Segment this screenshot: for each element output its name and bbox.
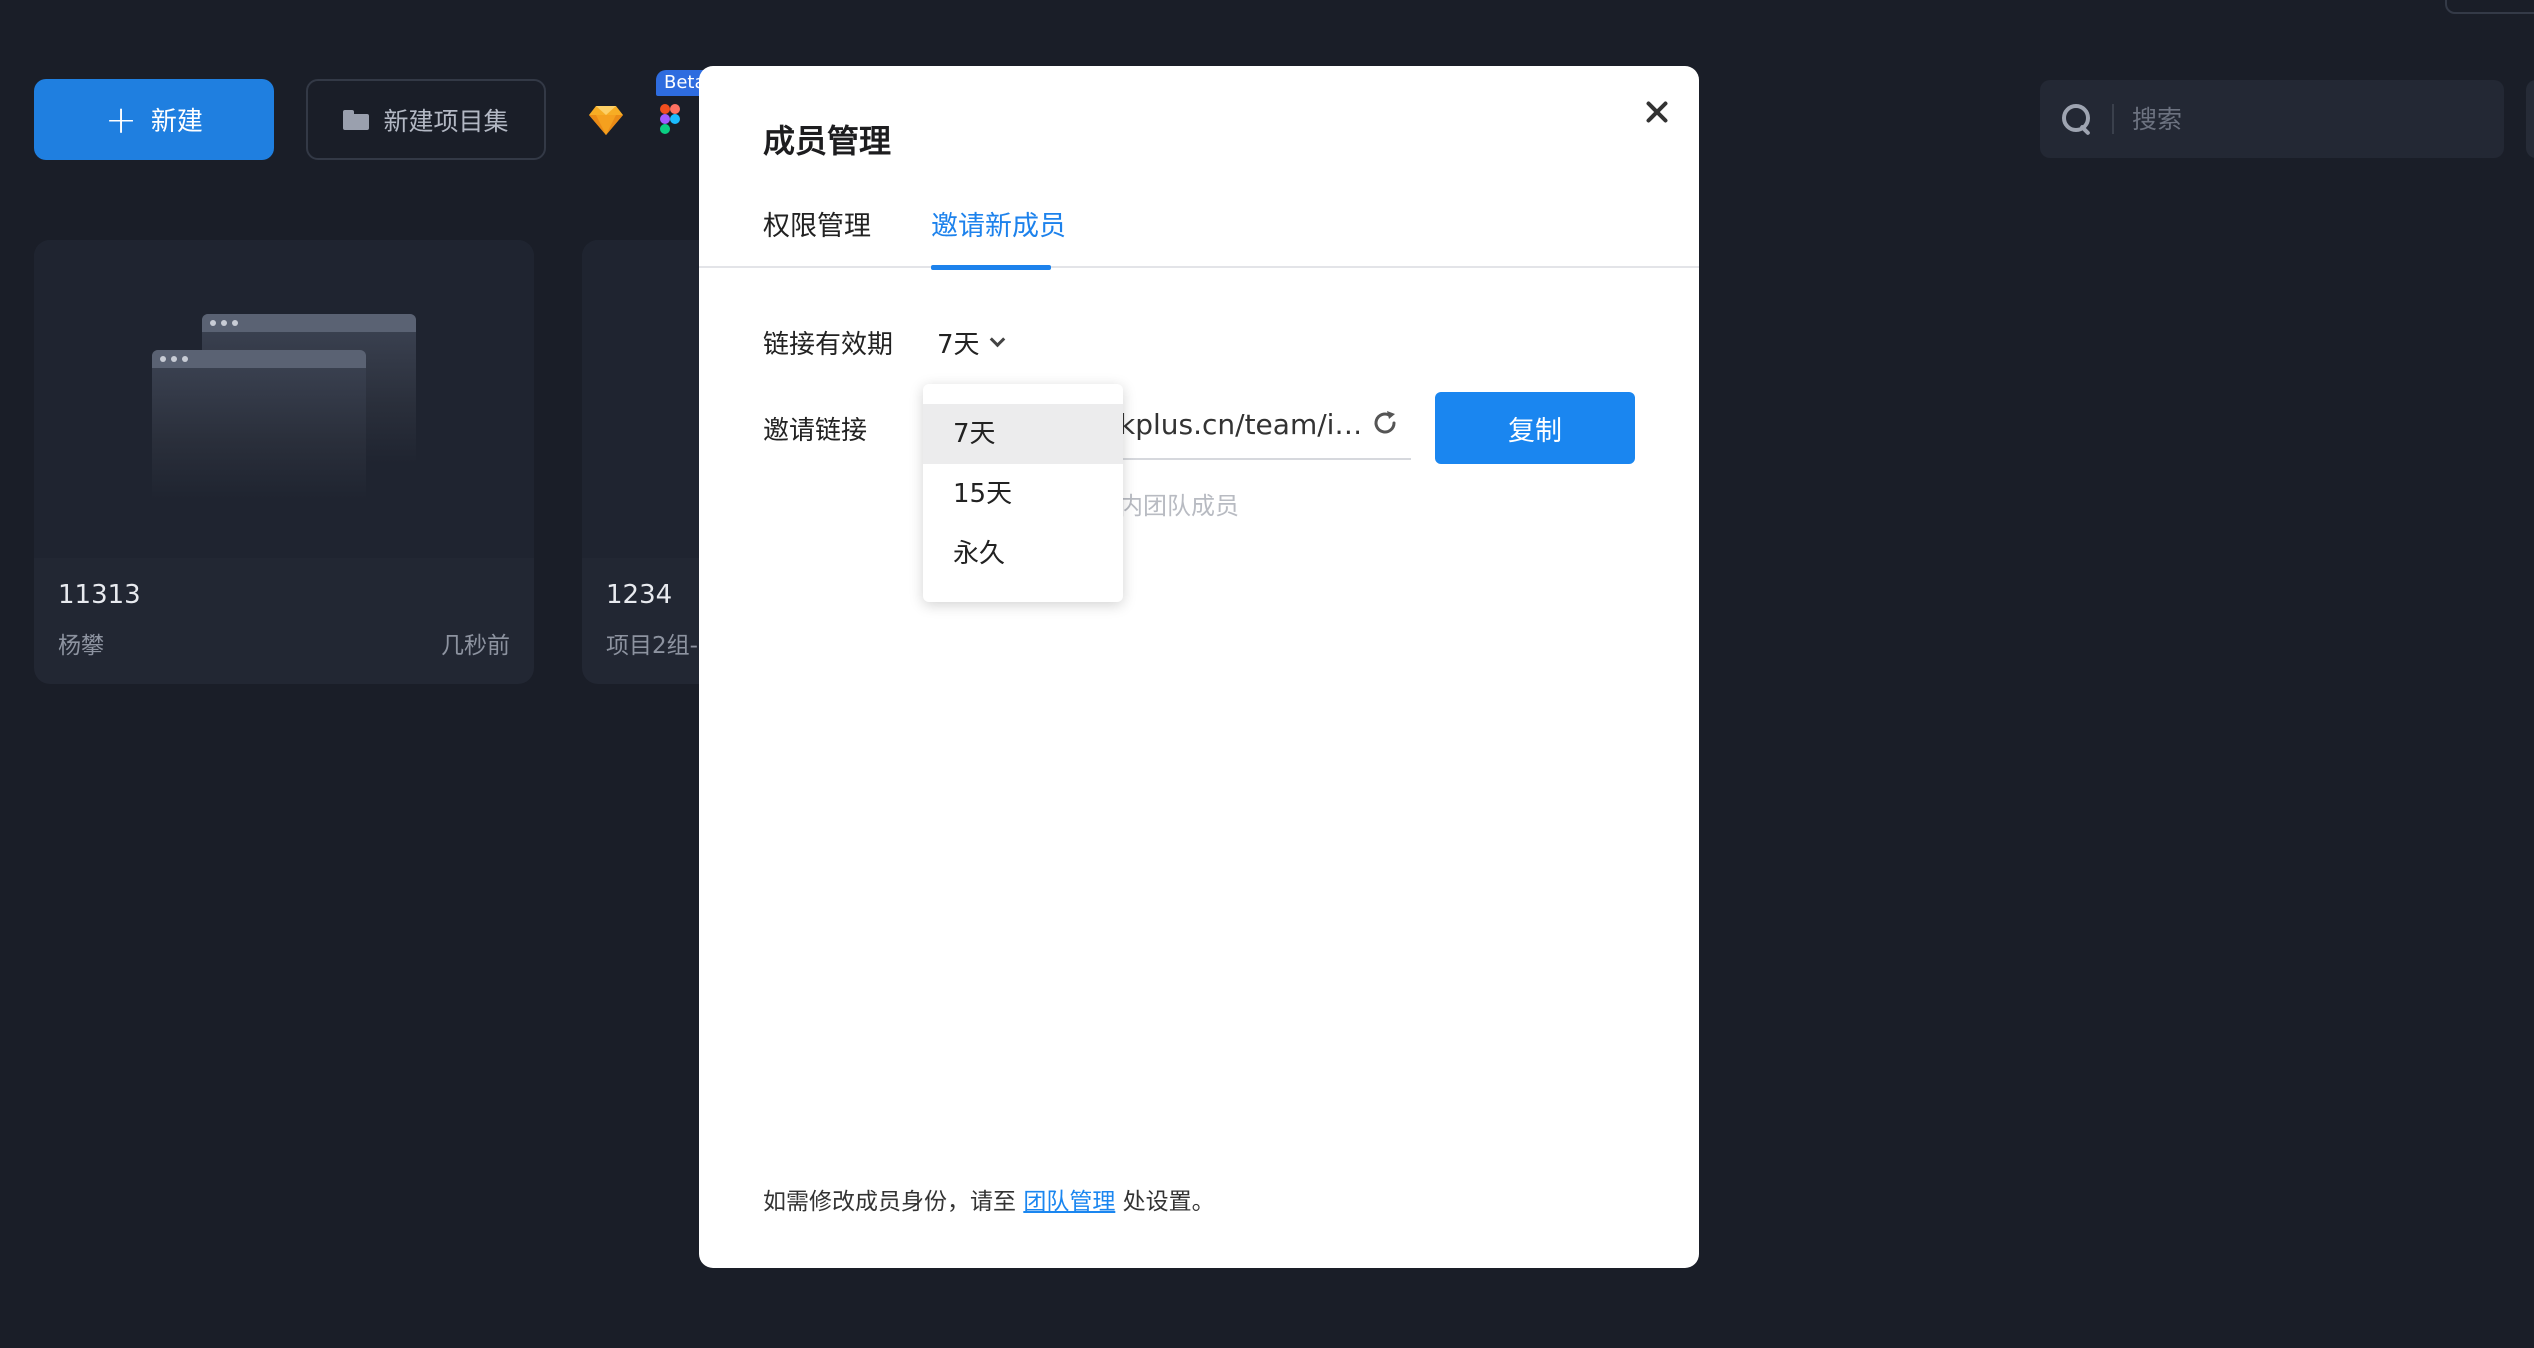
folder-icon xyxy=(343,109,370,130)
footer-prefix: 如需修改成员身份，请至 xyxy=(763,1189,1024,1215)
dropdown-option-7-days[interactable]: 7天 xyxy=(923,404,1123,464)
dropdown-option-forever[interactable]: 永久 xyxy=(923,524,1123,584)
new-button[interactable]: + 新建 xyxy=(34,79,274,160)
project-owner: 杨攀 xyxy=(58,633,104,659)
close-icon[interactable] xyxy=(1639,94,1675,130)
right-edge-button-fragment[interactable] xyxy=(2526,80,2534,158)
dialog-tabs: 权限管理 邀请新成员 xyxy=(699,202,1699,270)
invite-link-field[interactable]: kplus.cn/team/i… xyxy=(1119,390,1411,460)
search-icon xyxy=(2060,102,2094,136)
new-collection-label: 新建项目集 xyxy=(383,106,509,136)
dialog-title: 成员管理 xyxy=(763,122,892,160)
copy-button[interactable]: 复制 xyxy=(1435,392,1635,464)
project-owner: 项目2组- xyxy=(606,633,698,659)
footer-note: 如需修改成员身份，请至 团队管理 处设置。 xyxy=(763,1182,1215,1216)
project-title: 11313 xyxy=(58,580,141,610)
top-right-button-fragment[interactable] xyxy=(2445,0,2534,14)
team-management-link[interactable]: 团队管理 xyxy=(1023,1189,1115,1215)
project-time: 几秒前 xyxy=(441,633,510,659)
chevron-down-icon xyxy=(990,334,1004,348)
new-button-label: 新建 xyxy=(150,107,203,137)
search-input[interactable] xyxy=(2132,104,2472,134)
footer-suffix: 处设置。 xyxy=(1115,1189,1215,1215)
tab-invite-members[interactable]: 邀请新成员 xyxy=(931,202,1066,270)
expiry-selected-value: 7天 xyxy=(937,330,980,360)
sketch-diamond-icon[interactable] xyxy=(588,104,624,136)
refresh-icon[interactable] xyxy=(1370,408,1400,438)
search-divider xyxy=(2112,104,2114,134)
app-stage: + 新建 新建项目集 Beta 11313 xyxy=(0,0,2534,1348)
figma-logo-icon[interactable] xyxy=(660,104,680,134)
project-thumbnail xyxy=(34,240,534,558)
invite-link-hint: 内团队成员 xyxy=(1119,492,1239,520)
invite-link-label: 邀请链接 xyxy=(763,416,868,446)
expiry-select[interactable]: 7天 xyxy=(937,324,1004,361)
thumbnail-window-front xyxy=(152,350,366,500)
search-box[interactable] xyxy=(2040,80,2504,158)
project-card[interactable]: 11313 杨攀 几秒前 xyxy=(34,240,534,684)
expiry-dropdown-menu: 7天 15天 永久 xyxy=(923,384,1123,602)
plus-icon: + xyxy=(105,97,137,142)
expiry-label: 链接有效期 xyxy=(763,330,894,360)
member-management-dialog: 成员管理 权限管理 邀请新成员 链接有效期 7天 邀请链接 kplus.cn/t… xyxy=(699,66,1699,1268)
invite-link-value: kplus.cn/team/i… xyxy=(1119,407,1359,441)
new-collection-button[interactable]: 新建项目集 xyxy=(306,79,546,160)
tab-permission-management[interactable]: 权限管理 xyxy=(763,202,871,268)
dropdown-option-15-days[interactable]: 15天 xyxy=(923,464,1123,524)
